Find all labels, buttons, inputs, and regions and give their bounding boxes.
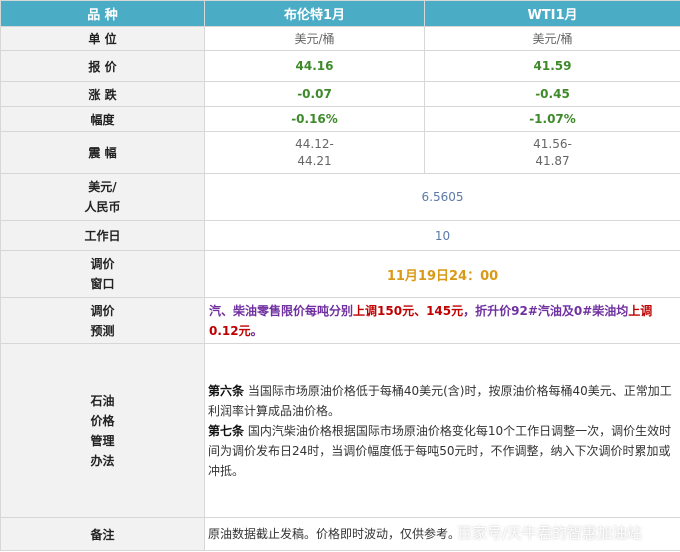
- workdays-label: 工作日: [0, 220, 205, 251]
- rules-label-line4: 办法: [90, 453, 115, 468]
- unit-row: 单 位 美元/桶 美元/桶: [0, 26, 680, 51]
- article-6-title: 第六条: [208, 383, 245, 398]
- oil-price-table: 品 种 布伦特1月 WTI1月 单 位 美元/桶 美元/桶 报 价 44.16 …: [0, 0, 680, 551]
- unit-wti: 美元/桶: [424, 26, 680, 51]
- window-label-line2: 窗口: [90, 277, 115, 291]
- range-brent-high: 44.21: [297, 153, 332, 168]
- forecast-part1: 汽、柴油零售限价每吨分别: [209, 303, 354, 318]
- pct-label: 幅度: [0, 106, 205, 132]
- rules-row: 石油价格管理办法 第六条 当国际市场原油价格低于每桶40美元(含)时，按原油价格…: [0, 343, 680, 518]
- range-label: 震 幅: [0, 131, 205, 174]
- forecast-part3: ，折升价92#汽油及0#柴油均: [463, 303, 629, 318]
- header-wti: WTI1月: [424, 0, 680, 27]
- range-wti-high: 41.87: [535, 153, 570, 168]
- rules-label: 石油 价格 管理 办法: [0, 343, 205, 518]
- price-row: 报 价 44.16 41.59: [0, 50, 680, 82]
- range-wti-low: 41.56-: [533, 136, 572, 151]
- unit-label: 单 位: [0, 26, 205, 51]
- article-7-text: 国内汽柴油价格根据国际市场原油价格变化每10个工作日调整一次，调价生效时间为调价…: [208, 423, 672, 478]
- window-row: 调价窗口 11月19日24：00: [0, 250, 680, 298]
- fx-label-line2: 人民币: [84, 200, 121, 214]
- rules-label-line3: 管理: [90, 433, 115, 448]
- change-brent: -0.07: [204, 81, 425, 107]
- article-7-title: 第七条: [208, 423, 245, 438]
- range-wti: 41.56- 41.87: [424, 131, 680, 174]
- forecast-label-line2: 预测: [90, 323, 115, 338]
- change-label: 涨 跌: [0, 81, 205, 107]
- fx-row: 美元/人民币 6.5605: [0, 173, 680, 221]
- forecast-part2: 上调150元、145元: [353, 303, 464, 318]
- workdays-value: 10: [204, 220, 680, 251]
- window-label-line1: 调价: [90, 257, 115, 271]
- price-wti: 41.59: [424, 50, 680, 82]
- header-row: 品 种 布伦特1月 WTI1月: [0, 0, 680, 27]
- article-6: 第六条 当国际市场原油价格低于每桶40美元(含)时，按原油价格每桶40美元、正常…: [208, 381, 677, 421]
- unit-brent: 美元/桶: [204, 26, 425, 51]
- price-brent: 44.16: [204, 50, 425, 82]
- window-value: 11月19日24：00: [204, 250, 680, 298]
- article-6-text: 当国际市场原油价格低于每桶40美元(含)时，按原油价格每桶40美元、正常加工利润…: [208, 383, 672, 418]
- range-brent: 44.12- 44.21: [204, 131, 425, 174]
- change-wti: -0.45: [424, 81, 680, 107]
- change-row: 涨 跌 -0.07 -0.45: [0, 81, 680, 107]
- window-label: 调价 窗口: [0, 250, 205, 298]
- price-label: 报 价: [0, 50, 205, 82]
- rules-label-line2: 价格: [90, 413, 115, 428]
- range-brent-low: 44.12-: [295, 136, 334, 151]
- fx-label-line1: 美元/: [88, 180, 117, 194]
- fx-label: 美元/人民币: [0, 173, 205, 221]
- header-brent: 布伦特1月: [204, 0, 425, 27]
- article-7: 第七条 国内汽柴油价格根据国际市场原油价格变化每10个工作日调整一次，调价生效时…: [208, 421, 677, 481]
- forecast-label: 调价 预测: [0, 297, 205, 344]
- header-variety: 品 种: [0, 0, 205, 27]
- forecast-row: 调价预测 汽、柴油零售限价每吨分别上调150元、145元，折升价92#汽油及0#…: [0, 297, 680, 344]
- rules-text: 第六条 当国际市场原油价格低于每桶40美元(含)时，按原油价格每桶40美元、正常…: [204, 343, 680, 518]
- watermark: 百家号/天牛君的智惠加油站: [457, 524, 643, 542]
- pct-brent: -0.16%: [204, 106, 425, 132]
- workdays-row: 工作日 10: [0, 220, 680, 251]
- fx-value: 6.5605: [204, 173, 680, 221]
- forecast-part5: 。: [250, 323, 263, 338]
- pct-row: 幅度 -0.16% -1.07%: [0, 106, 680, 132]
- remark-label: 备注: [0, 517, 205, 551]
- pct-wti: -1.07%: [424, 106, 680, 132]
- range-row: 震 幅 44.12- 44.21 41.56- 41.87: [0, 131, 680, 174]
- rules-label-line1: 石油: [90, 393, 115, 408]
- forecast-text: 汽、柴油零售限价每吨分别上调150元、145元，折升价92#汽油及0#柴油均上调…: [204, 297, 680, 344]
- forecast-label-line1: 调价: [90, 303, 115, 318]
